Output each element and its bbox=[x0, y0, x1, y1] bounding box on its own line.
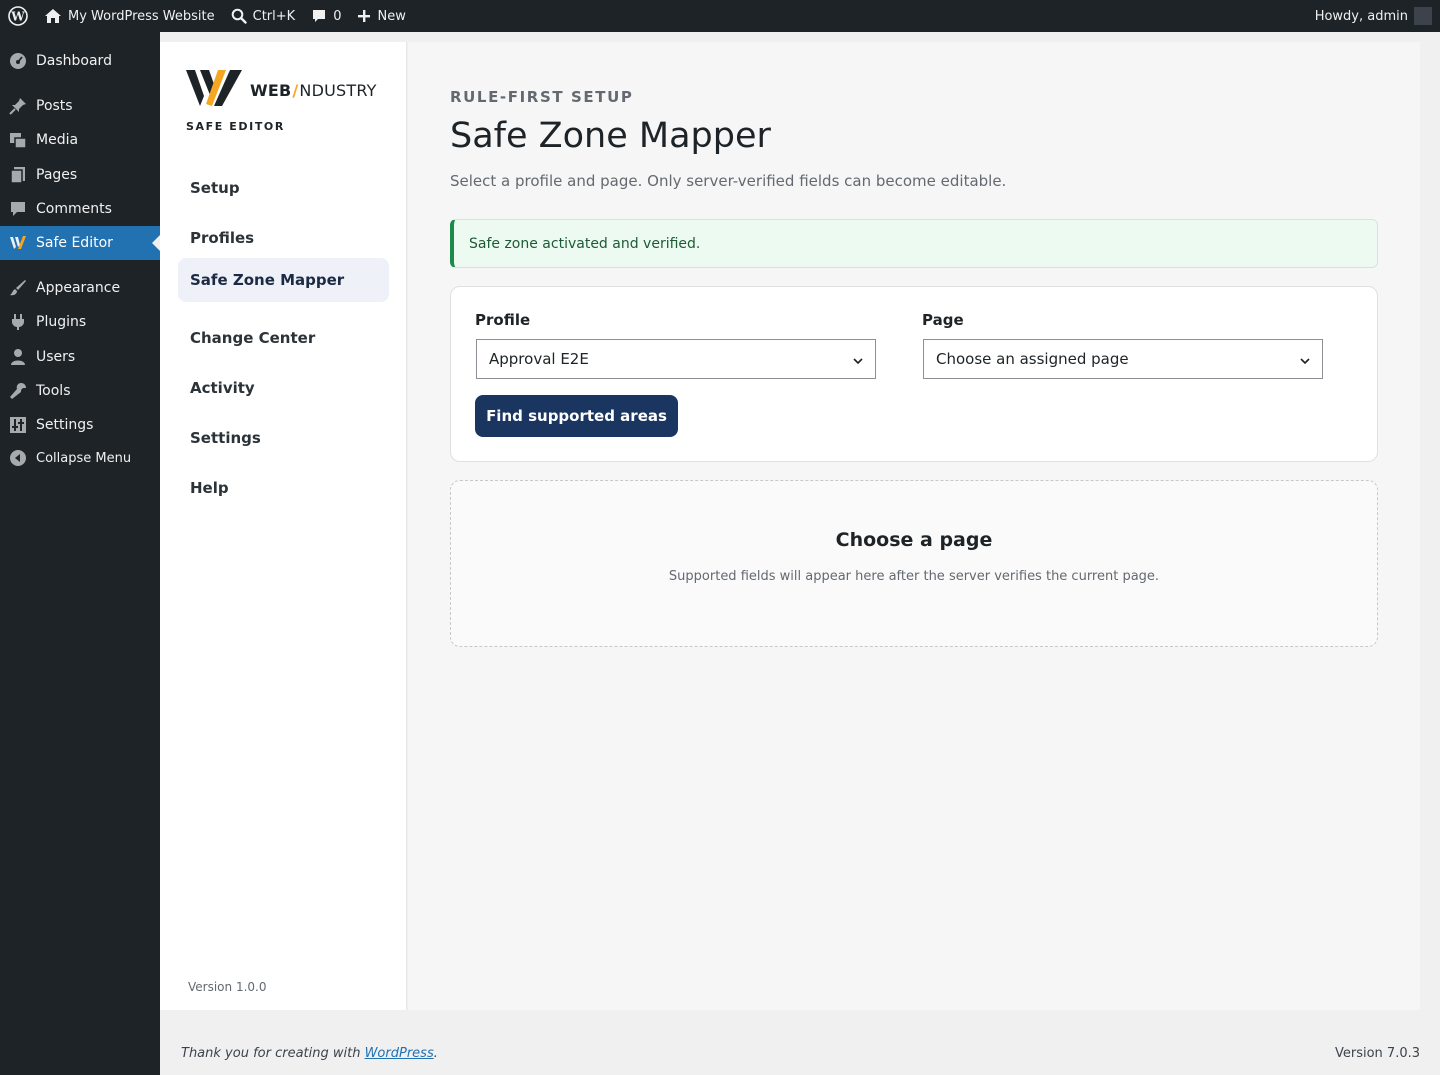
brand-wordmark: WEB/NDUSTRY bbox=[250, 80, 377, 100]
page-select[interactable]: Choose an assigned page bbox=[923, 339, 1323, 379]
admin-bar: W My WordPress Website Ctrl+K 0 New Howd… bbox=[0, 0, 1440, 32]
menu-item-users[interactable]: Users bbox=[0, 340, 160, 374]
profile-select-value: Approval E2E bbox=[489, 350, 589, 368]
avatar bbox=[1414, 7, 1432, 25]
nav-item-profiles[interactable]: Profiles bbox=[178, 216, 389, 260]
nav-item-settings[interactable]: Settings bbox=[178, 416, 389, 460]
page-select-value: Choose an assigned page bbox=[936, 350, 1129, 368]
nav-item-safe-zone-mapper[interactable]: Safe Zone Mapper bbox=[178, 258, 389, 302]
new-content-button[interactable]: New bbox=[349, 0, 413, 32]
empty-state-text: Supported fields will appear here after … bbox=[668, 569, 1160, 584]
menu-item-comments[interactable]: Comments bbox=[0, 192, 160, 226]
brand-logo[interactable]: WEB/NDUSTRY SAFE EDITOR bbox=[186, 66, 377, 133]
command-search-button[interactable]: Ctrl+K bbox=[223, 0, 304, 32]
admin-menu: Dashboard Posts Media Pages Comments Saf… bbox=[0, 32, 160, 1075]
nav-item-setup[interactable]: Setup bbox=[178, 166, 389, 210]
plugin-icon bbox=[0, 313, 36, 331]
brush-icon bbox=[0, 279, 36, 297]
site-name-link[interactable]: My WordPress Website bbox=[36, 0, 223, 32]
collapse-menu-button[interactable]: Collapse Menu bbox=[0, 441, 160, 475]
settings-icon bbox=[0, 416, 36, 434]
chevron-down-icon bbox=[852, 353, 864, 371]
footer-version: Version 7.0.3 bbox=[1334, 1046, 1420, 1061]
user-icon bbox=[0, 348, 36, 366]
search-icon bbox=[231, 8, 247, 24]
footer-thanks: Thank you for creating with WordPress. bbox=[181, 1046, 438, 1061]
success-notice: Safe zone activated and verified. bbox=[450, 219, 1378, 268]
notice-text: Safe zone activated and verified. bbox=[469, 235, 701, 252]
menu-item-posts[interactable]: Posts bbox=[0, 89, 160, 123]
menu-item-plugins[interactable]: Plugins bbox=[0, 305, 160, 339]
nav-item-activity[interactable]: Activity bbox=[178, 366, 389, 410]
pages-icon bbox=[0, 166, 36, 184]
svg-text:W: W bbox=[10, 10, 25, 24]
dashboard-icon bbox=[0, 52, 36, 70]
menu-item-media[interactable]: Media bbox=[0, 123, 160, 157]
comment-icon bbox=[311, 8, 327, 24]
menu-item-pages[interactable]: Pages bbox=[0, 158, 160, 192]
profile-label: Profile bbox=[475, 311, 531, 329]
empty-state-title: Choose a page bbox=[835, 529, 993, 551]
main-panel: RULE-FIRST SETUP Safe Zone Mapper Select… bbox=[408, 42, 1420, 1010]
empty-state: Choose a page Supported fields will appe… bbox=[450, 480, 1378, 647]
search-shortcut: Ctrl+K bbox=[252, 8, 296, 24]
comments-link[interactable]: 0 bbox=[303, 0, 349, 32]
new-label: New bbox=[377, 8, 406, 24]
plugin-version: Version 1.0.0 bbox=[188, 980, 267, 994]
wrench-icon bbox=[0, 382, 36, 400]
menu-item-settings[interactable]: Settings bbox=[0, 408, 160, 442]
menu-item-dashboard[interactable]: Dashboard bbox=[0, 44, 160, 78]
selection-card: Profile Approval E2E Page Choose an assi… bbox=[450, 286, 1378, 462]
greeting: Howdy, admin bbox=[1314, 8, 1408, 24]
wordpress-link[interactable]: WordPress bbox=[365, 1046, 434, 1061]
menu-item-safe-editor[interactable]: Safe Editor bbox=[0, 226, 160, 260]
page-label: Page bbox=[922, 311, 964, 329]
chevron-down-icon bbox=[1299, 353, 1311, 371]
home-icon bbox=[44, 8, 62, 24]
pin-icon bbox=[0, 97, 36, 115]
profile-select[interactable]: Approval E2E bbox=[476, 339, 876, 379]
nav-item-change-center[interactable]: Change Center bbox=[178, 316, 389, 360]
menu-item-appearance[interactable]: Appearance bbox=[0, 271, 160, 305]
account-menu[interactable]: Howdy, admin bbox=[1315, 0, 1440, 32]
site-name: My WordPress Website bbox=[68, 8, 215, 24]
page-title: Safe Zone Mapper bbox=[450, 116, 771, 156]
eyebrow: RULE-FIRST SETUP bbox=[450, 88, 634, 106]
comments-count: 0 bbox=[333, 8, 342, 24]
collapse-icon bbox=[0, 449, 36, 467]
plus-icon bbox=[357, 9, 371, 23]
wordpress-logo-icon[interactable]: W bbox=[0, 0, 36, 32]
menu-item-tools[interactable]: Tools bbox=[0, 374, 160, 408]
webindustry-logo-icon bbox=[186, 66, 242, 114]
media-icon bbox=[0, 131, 36, 149]
find-supported-areas-button[interactable]: Find supported areas bbox=[475, 395, 678, 437]
page-subtitle: Select a profile and page. Only server-v… bbox=[450, 172, 1007, 190]
brand-subtitle: SAFE EDITOR bbox=[186, 120, 285, 133]
webindustry-logo-icon bbox=[0, 235, 36, 251]
plugin-sidebar: WEB/NDUSTRY SAFE EDITOR Setup Profiles S… bbox=[160, 42, 407, 1010]
nav-item-help[interactable]: Help bbox=[178, 466, 389, 510]
content-area: WEB/NDUSTRY SAFE EDITOR Setup Profiles S… bbox=[160, 32, 1440, 1075]
comment-icon bbox=[0, 200, 36, 218]
